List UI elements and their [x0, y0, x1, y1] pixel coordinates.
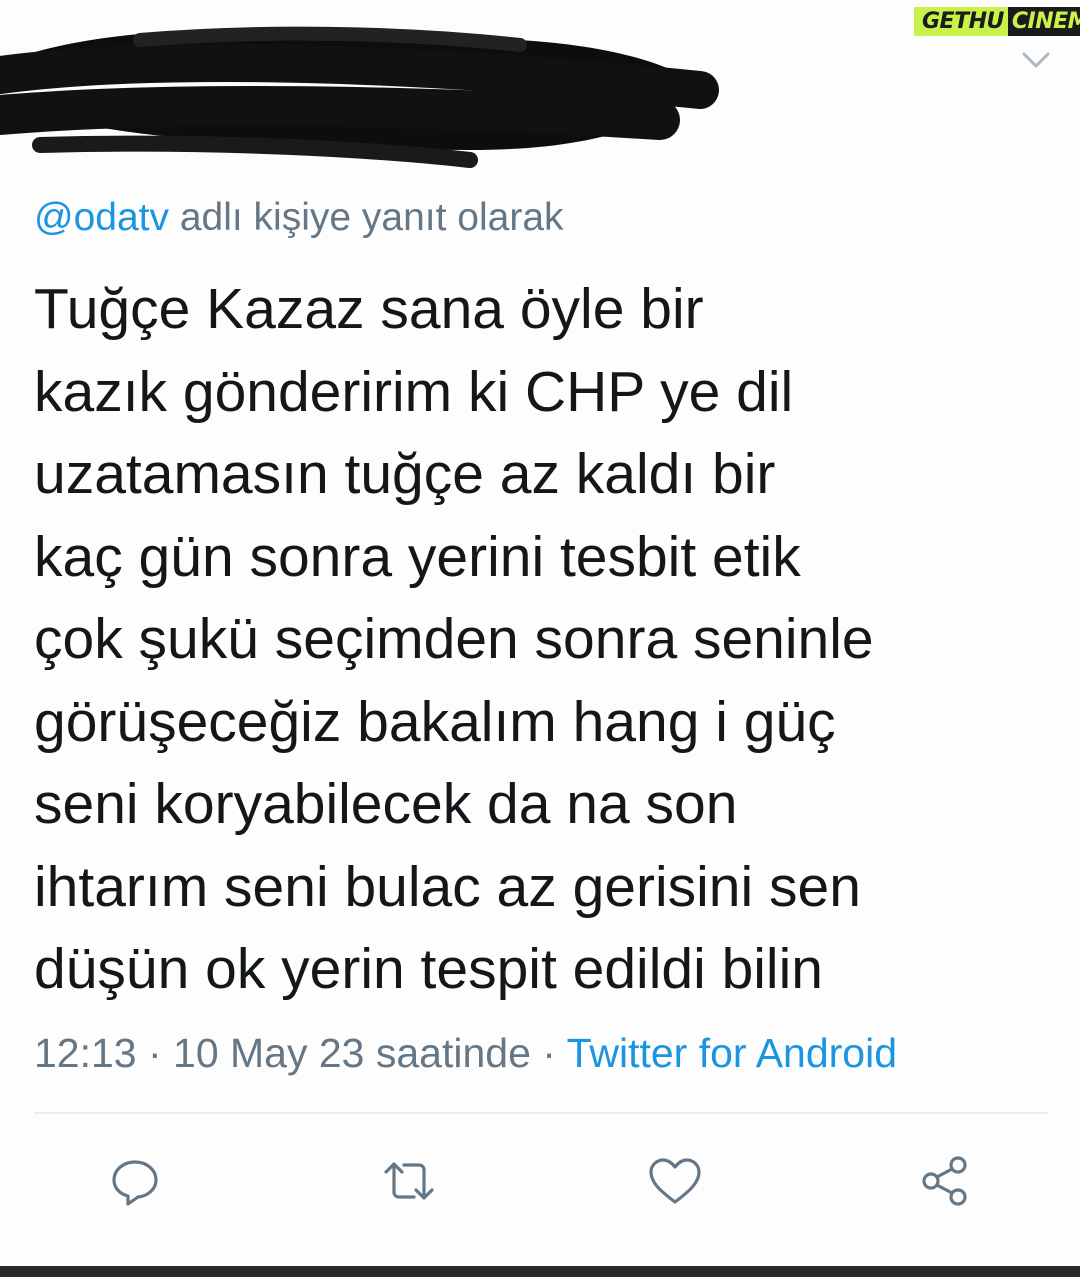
tweet-line: Tuğçe Kazaz sana öyle bir — [34, 277, 704, 341]
tweet-line: uzatamasın tuğçe az kaldı bir — [34, 442, 776, 506]
share-icon — [922, 1156, 967, 1206]
retweet-icon — [384, 1162, 434, 1200]
watermark-part1: GETHU — [914, 6, 1008, 36]
tweet-line: görüşeceğiz bakalım hang i güç — [34, 689, 836, 754]
tweet-screenshot: GETHUCINEMA @odatv adlı kişiye yanıt ola… — [0, 0, 1080, 1277]
reply-button[interactable] — [104, 1150, 166, 1212]
watermark-logo: GETHUCINEMA — [914, 4, 1080, 38]
action-bar — [0, 1150, 1080, 1212]
reply-suffix: adlı kişiye yanıt olarak — [169, 196, 564, 239]
tweet-line: seni koryabilecek da na son — [34, 772, 738, 836]
reply-icon — [112, 1160, 158, 1206]
watermark-part2: CINEMA — [1007, 6, 1080, 36]
tweet-text: Tuğçe Kazaz sana öyle bir kazık gönderir… — [34, 268, 1054, 1011]
tweet-line: kaç gün sonra yerini tesbit etik — [34, 524, 801, 589]
tweet-line: kazık gönderirim ki CHP ye dil — [34, 359, 794, 424]
like-button[interactable] — [644, 1150, 706, 1212]
chevron-down-icon[interactable] — [1016, 44, 1056, 78]
redaction-scribble — [0, 26, 719, 168]
replying-to: @odatv adlı kişiye yanıt olarak — [34, 196, 564, 240]
bottom-edge-bar — [0, 1266, 1080, 1277]
source-link[interactable]: Twitter for Android — [567, 1030, 897, 1076]
retweet-button[interactable] — [378, 1150, 440, 1212]
timestamp: 12:13 · 10 May 23 saatinde · — [34, 1030, 567, 1076]
tweet-line: çok şukü seçimden sonra seninle — [34, 607, 874, 671]
tweet-line: düşün ok yerin tespit edildi bilin — [34, 937, 823, 1001]
divider — [34, 1112, 1048, 1114]
tweet-meta: 12:13 · 10 May 23 saatinde · Twitter for… — [34, 1030, 897, 1077]
like-icon — [649, 1158, 701, 1204]
tweet-line: ihtarım seni bulac az gerisini sen — [34, 854, 861, 919]
share-button[interactable] — [914, 1150, 976, 1212]
reply-handle-link[interactable]: @odatv — [34, 196, 169, 239]
